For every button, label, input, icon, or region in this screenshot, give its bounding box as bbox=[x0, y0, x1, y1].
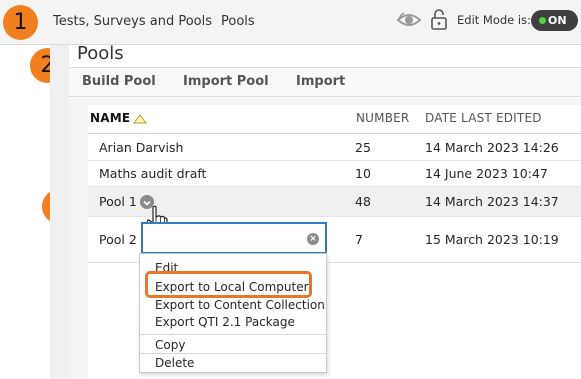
row-name[interactable]: Arian Darvish bbox=[99, 140, 183, 155]
column-header-number[interactable]: NUMBER bbox=[356, 111, 409, 125]
row-name[interactable]: Pool 1 bbox=[99, 194, 137, 209]
breadcrumb-pools[interactable]: Pools bbox=[221, 14, 255, 29]
row-number: 48 bbox=[355, 194, 371, 209]
row-date: 14 June 2023 10:47 bbox=[425, 166, 548, 181]
menu-item-export-qti[interactable]: Export QTI 2.1 Package bbox=[155, 315, 295, 329]
toggle-on-indicator bbox=[539, 17, 546, 24]
row-name[interactable]: Maths audit draft bbox=[99, 166, 206, 181]
import-button[interactable]: Import bbox=[296, 74, 345, 89]
breadcrumb-tests-surveys-pools[interactable]: Tests, Surveys and Pools bbox=[53, 14, 212, 29]
row-date: 14 March 2023 14:37 bbox=[425, 194, 559, 209]
menu-search-input[interactable]: × bbox=[141, 222, 327, 254]
row-date: 15 March 2023 10:19 bbox=[425, 232, 559, 247]
row-number: 10 bbox=[355, 166, 371, 181]
top-bar: Tests, Surveys and Pools Pools Edit Mode… bbox=[0, 0, 581, 45]
table-row[interactable]: Maths audit draft 10 14 June 2023 10:47 bbox=[88, 161, 581, 187]
highlight-export-local bbox=[145, 271, 312, 298]
action-bar: Build Pool Import Pool Import bbox=[69, 67, 581, 97]
row-number: 25 bbox=[355, 140, 371, 155]
menu-divider bbox=[140, 353, 326, 354]
table-row[interactable]: Arian Darvish 25 14 March 2023 14:26 bbox=[88, 134, 581, 161]
menu-item-copy[interactable]: Copy bbox=[155, 338, 185, 352]
column-header-date[interactable]: DATE LAST EDITED bbox=[425, 111, 542, 125]
row-name[interactable]: Pool 2 bbox=[99, 232, 137, 247]
left-gutter bbox=[50, 45, 69, 379]
menu-item-delete[interactable]: Delete bbox=[155, 356, 194, 370]
edit-mode-value: ON bbox=[548, 14, 567, 27]
row-number: 7 bbox=[355, 232, 363, 247]
edit-mode-toggle[interactable]: ON bbox=[531, 10, 578, 31]
page-title: Pools bbox=[77, 43, 124, 64]
menu-item-export-content-collection[interactable]: Export to Content Collection bbox=[155, 298, 325, 312]
menu-divider bbox=[140, 334, 326, 335]
row-date: 14 March 2023 14:26 bbox=[425, 140, 559, 155]
clear-search-icon[interactable]: × bbox=[307, 233, 319, 245]
column-header-name[interactable]: NAME bbox=[90, 111, 130, 125]
callout-1: 1 bbox=[3, 5, 38, 40]
student-preview-icon[interactable] bbox=[396, 10, 422, 30]
sort-ascending-icon[interactable] bbox=[133, 114, 147, 124]
unlock-icon[interactable] bbox=[431, 8, 447, 30]
build-pool-button[interactable]: Build Pool bbox=[82, 74, 156, 89]
edit-mode-label: Edit Mode is: bbox=[457, 13, 531, 27]
import-pool-button[interactable]: Import Pool bbox=[183, 74, 269, 89]
